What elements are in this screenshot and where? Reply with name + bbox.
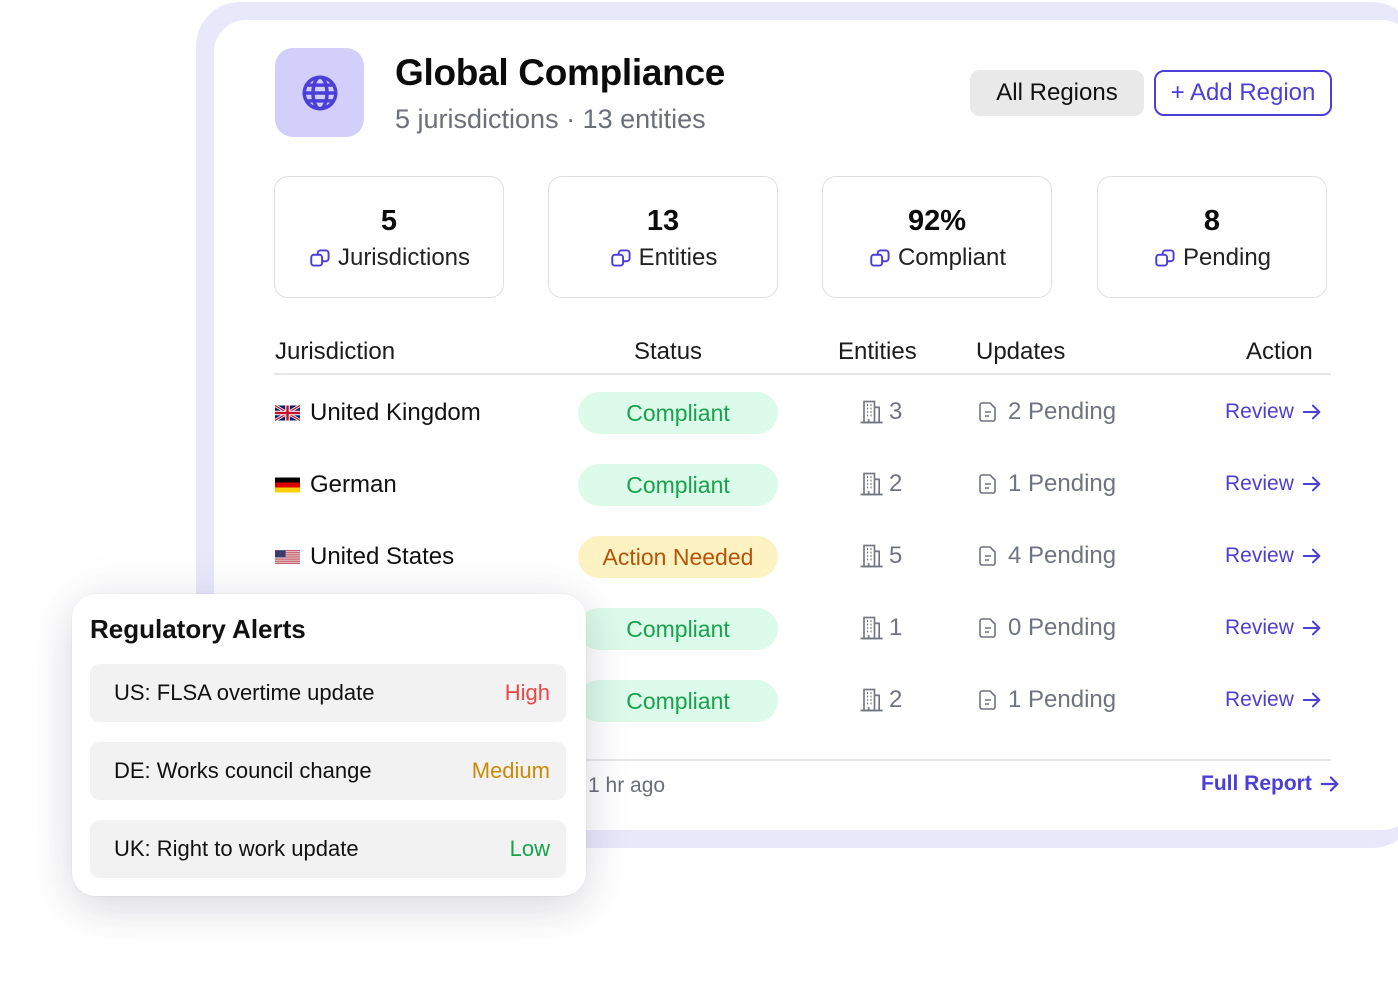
alert-text: UK: Right to work update (114, 836, 359, 861)
stat-value: 92% (907, 204, 967, 237)
updates-pending: 4 Pending (1008, 542, 1117, 569)
review-link[interactable]: Review (1225, 400, 1324, 424)
full-report-link[interactable]: Full Report (1201, 772, 1342, 796)
table-row: United Kingdom Compliant 3 2 Pending Rev… (0, 392, 1398, 436)
building-icon (860, 616, 883, 640)
stat-value: 5 (380, 204, 398, 237)
entity-count: 2 (889, 686, 903, 713)
globe-icon (302, 75, 337, 110)
arrow-right-icon (1302, 620, 1321, 636)
stat-value: 13 (646, 204, 680, 237)
page-subtitle: 5 jurisdictions · 13 entities (395, 104, 706, 134)
stat-card-compliant: 92% Compliant (822, 176, 1052, 298)
building-icon (860, 544, 883, 568)
alerts-title: Regulatory Alerts (90, 614, 306, 644)
regulatory-alerts-card: Regulatory Alerts US: FLSA overtime upda… (72, 594, 586, 896)
alert-severity: High (504, 680, 550, 705)
arrow-right-icon (1302, 548, 1321, 564)
updates-pending: 1 Pending (1008, 470, 1117, 497)
link-squares-icon (1155, 248, 1175, 267)
review-label: Review (1225, 544, 1294, 567)
entity-count: 3 (889, 398, 903, 425)
page-title: Global Compliance (395, 52, 726, 93)
header-divider (274, 373, 1331, 375)
document-icon (979, 618, 996, 638)
full-report-label: Full Report (1201, 772, 1312, 795)
add-region-button[interactable]: + Add Region (1154, 70, 1332, 116)
link-squares-icon (310, 248, 330, 267)
stat-label: Compliant (897, 243, 1007, 271)
globe-logo (275, 48, 364, 137)
stat-card-pending: 8 Pending (1097, 176, 1327, 298)
all-regions-button[interactable]: All Regions (970, 70, 1144, 116)
alert-severity: Low (509, 836, 550, 861)
review-label: Review (1225, 472, 1294, 495)
arrow-right-icon (1302, 404, 1321, 420)
link-squares-icon (610, 248, 631, 267)
document-icon (979, 690, 996, 710)
link-squares-icon (870, 248, 890, 267)
stat-label: Jurisdictions (337, 243, 471, 271)
status-badge: Compliant (578, 464, 778, 506)
alert-item[interactable]: US: FLSA overtime update High (90, 664, 566, 722)
review-link[interactable]: Review (1225, 616, 1324, 640)
status-badge: Compliant (578, 680, 778, 722)
column-header-jurisdiction: Jurisdiction (275, 338, 396, 365)
document-icon (979, 474, 996, 494)
updates-pending: 0 Pending (1008, 614, 1117, 641)
entity-count: 5 (889, 542, 903, 569)
arrow-right-icon (1320, 776, 1339, 792)
status-badge: Compliant (578, 392, 778, 434)
stat-card-jurisdictions: 5 Jurisdictions (274, 176, 504, 298)
alert-text: DE: Works council change (114, 758, 372, 783)
building-icon (860, 400, 883, 424)
status-badge: Compliant (578, 608, 778, 650)
alert-item[interactable]: UK: Right to work update Low (90, 820, 566, 878)
stat-value: 8 (1203, 204, 1221, 237)
review-link[interactable]: Review (1225, 688, 1324, 712)
stat-label: Entities (638, 243, 718, 271)
entity-count: 2 (889, 470, 903, 497)
alert-severity: Medium (471, 758, 550, 783)
status-badge: Action Needed (578, 536, 778, 578)
column-header-action: Action (1246, 338, 1313, 365)
column-header-status: Status (634, 338, 703, 365)
alert-text: US: FLSA overtime update (114, 680, 375, 705)
document-icon (979, 402, 996, 422)
country-name: United Kingdom (310, 399, 481, 426)
review-label: Review (1225, 688, 1294, 711)
arrow-right-icon (1302, 692, 1321, 708)
review-link[interactable]: Review (1225, 472, 1324, 496)
review-link[interactable]: Review (1225, 544, 1324, 568)
uk-flag (275, 405, 300, 421)
document-icon (979, 546, 996, 566)
entity-count: 1 (889, 614, 903, 641)
updates-pending: 2 Pending (1008, 398, 1117, 425)
stat-card-entities: 13 Entities (548, 176, 778, 298)
country-name: German (310, 471, 397, 498)
building-icon (860, 688, 883, 712)
germany-flag (275, 477, 300, 493)
updates-pending: 1 Pending (1008, 686, 1117, 713)
us-flag (275, 550, 300, 564)
arrow-right-icon (1302, 476, 1321, 492)
review-label: Review (1225, 616, 1294, 639)
table-row: United States Action Needed 5 4 Pending … (0, 536, 1398, 580)
column-header-entities: Entities (838, 338, 917, 365)
alert-item[interactable]: DE: Works council change Medium (90, 742, 566, 800)
table-row: German Compliant 2 1 Pending Review (0, 464, 1398, 508)
building-icon (860, 472, 883, 496)
column-header-updates: Updates (976, 338, 1066, 365)
review-label: Review (1225, 400, 1294, 423)
stat-label: Pending (1182, 243, 1272, 271)
country-name: United States (310, 543, 455, 570)
